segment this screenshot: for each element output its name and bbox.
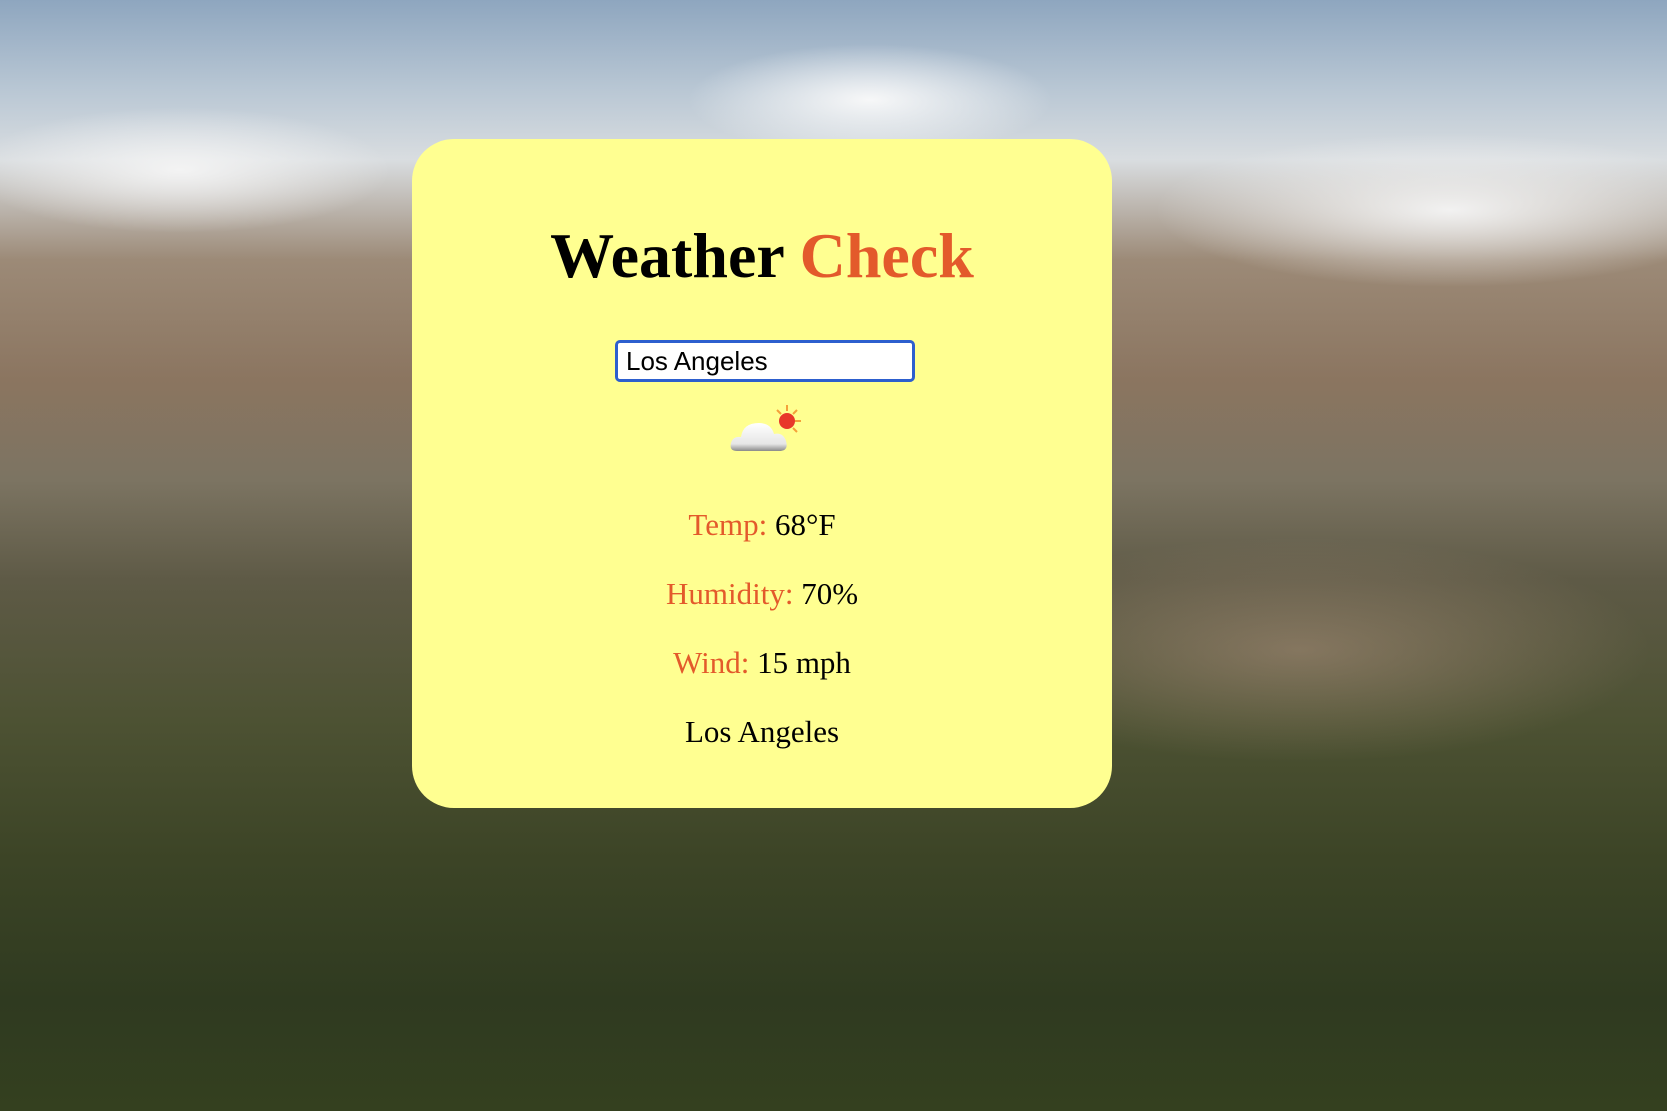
weather-card: Weather Check Temp: 68°F Humidity: 70% W… [412, 139, 1112, 808]
title-word-check: Check [799, 220, 974, 291]
humidity-label: Humidity: [665, 576, 794, 611]
city-search-input[interactable] [615, 340, 915, 382]
humidity-row: Humidity: 70% [412, 576, 1112, 612]
page-title: Weather Check [412, 219, 1112, 293]
title-word-weather: Weather [550, 220, 784, 291]
wind-label: Wind: [673, 645, 750, 680]
temp-value: 68°F [774, 507, 836, 542]
wind-value: 15 mph [757, 645, 851, 680]
wind-row: Wind: 15 mph [412, 645, 1112, 681]
cloud-sun-icon [730, 405, 801, 451]
city-name: Los Angeles [684, 714, 840, 749]
humidity-value: 70% [801, 576, 859, 611]
temp-label: Temp: [688, 507, 768, 542]
temp-row: Temp: 68°F [412, 507, 1112, 543]
